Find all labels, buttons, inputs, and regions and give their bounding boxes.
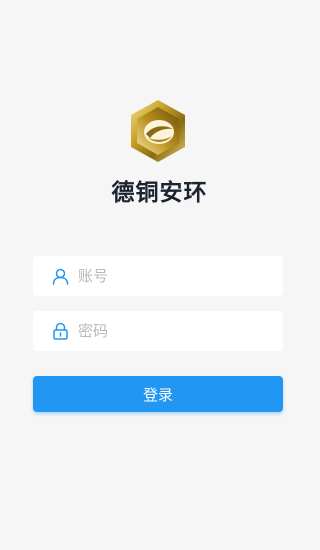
app-logo [131, 100, 185, 162]
login-screen: 德铜安环 登录 [0, 0, 319, 550]
login-button[interactable]: 登录 [33, 376, 283, 412]
lock-icon [50, 321, 70, 341]
password-input[interactable] [78, 316, 268, 346]
app-title: 德铜安环 [111, 180, 208, 206]
account-field[interactable] [33, 256, 283, 296]
user-icon [50, 266, 70, 286]
password-field[interactable] [33, 311, 283, 351]
account-input[interactable] [78, 261, 268, 291]
